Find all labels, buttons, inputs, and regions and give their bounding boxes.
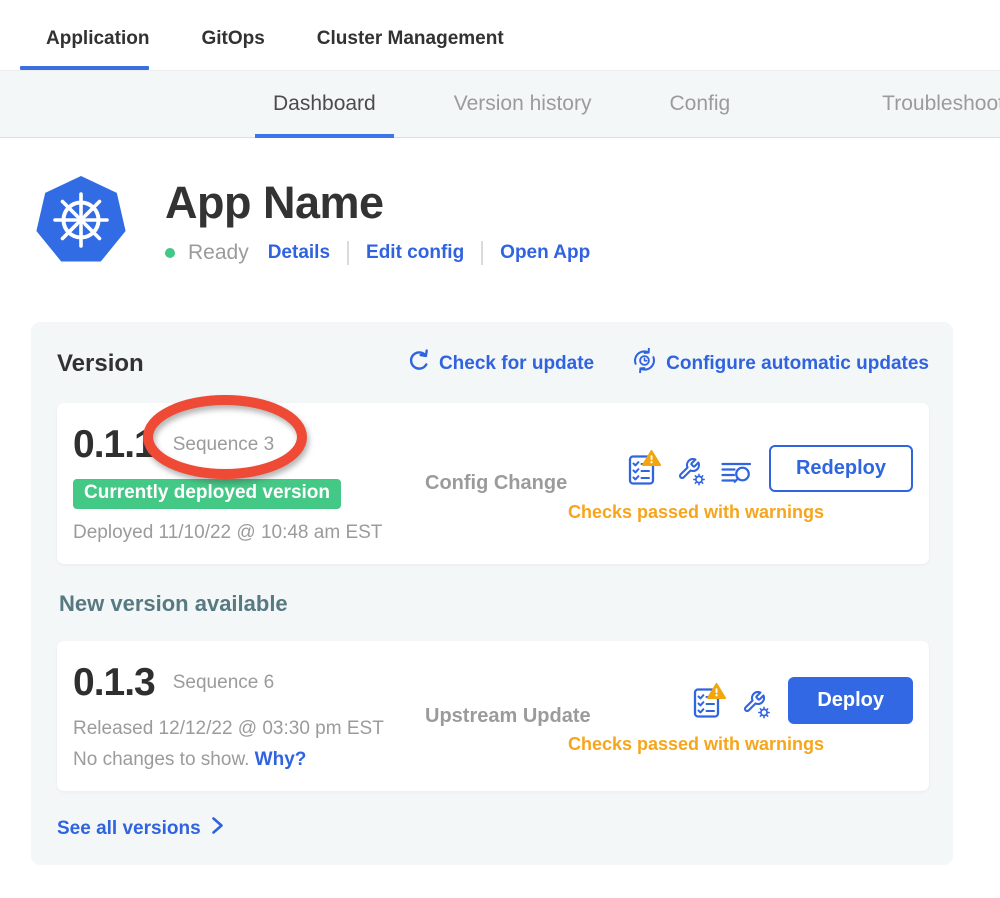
no-changes-text: No changes to show. [73,749,249,770]
version-panel: Version Check for update [31,322,953,865]
preflight-checks-icon[interactable] [628,450,661,486]
redeploy-button[interactable]: Redeploy [769,445,913,492]
app-header: App Name Ready Details Edit config Open … [35,175,1000,275]
tab-gitops[interactable]: GitOps [175,28,290,70]
page-title: App Name [165,177,590,229]
available-checks-status: Checks passed with warnings [568,734,824,755]
deployed-sequence-label: Sequence 3 [173,434,274,455]
preflight-checks-icon[interactable] [693,683,726,719]
tab-version-history[interactable]: Version history [436,71,610,137]
why-link[interactable]: Why? [255,749,307,770]
status-label: Ready [188,241,249,265]
deployed-timestamp: Deployed 11/10/22 @ 10:48 am EST [73,522,425,544]
scheduled-update-icon [632,348,657,379]
available-source-label: Upstream Update [425,705,617,728]
edit-config-link[interactable]: Edit config [366,242,464,264]
view-files-diff-icon[interactable] [721,461,752,486]
deployed-checks-status: Checks passed with warnings [568,502,824,523]
details-link[interactable]: Details [268,242,330,264]
deployed-version-number: 0.1.1 [73,423,155,467]
released-timestamp: Released 12/12/22 @ 03:30 pm EST [73,718,425,740]
tab-dashboard[interactable]: Dashboard [255,71,394,137]
tab-cluster-management[interactable]: Cluster Management [291,28,530,70]
refresh-icon [407,349,430,378]
new-version-heading: New version available [59,591,929,617]
deployed-source-label: Config Change [425,472,617,495]
tab-application[interactable]: Application [20,28,175,70]
version-panel-title: Version [57,350,144,378]
tab-config[interactable]: Config [651,71,748,137]
open-app-link[interactable]: Open App [500,242,590,264]
kubernetes-logo [35,175,127,275]
check-for-update-label: Check for update [439,353,594,375]
status-dot [165,248,175,258]
tab-troubleshoot[interactable]: Troubleshoot [864,71,1000,137]
top-navigation: Application GitOps Cluster Management [0,0,1000,71]
configure-automatic-updates-label: Configure automatic updates [666,353,929,375]
app-sub-navigation: Dashboard Version history Config Trouble… [0,71,1000,138]
config-edit-wrench-icon[interactable] [676,456,706,486]
config-edit-wrench-icon[interactable] [741,689,771,719]
see-all-versions-link[interactable]: See all versions [57,816,224,841]
check-for-update-link[interactable]: Check for update [407,348,594,379]
see-all-versions-label: See all versions [57,818,201,840]
divider [347,241,349,265]
configure-automatic-updates-link[interactable]: Configure automatic updates [632,348,929,379]
chevron-right-icon [211,816,224,841]
available-sequence-label: Sequence 6 [173,672,274,693]
divider [481,241,483,265]
available-version-card: 0.1.3 Sequence 6 Released 12/12/22 @ 03:… [57,641,929,791]
currently-deployed-badge: Currently deployed version [73,479,341,509]
available-version-number: 0.1.3 [73,661,155,705]
deployed-version-card: 0.1.1 Sequence 3 Currently deployed vers… [57,403,929,564]
deploy-button[interactable]: Deploy [788,677,913,724]
